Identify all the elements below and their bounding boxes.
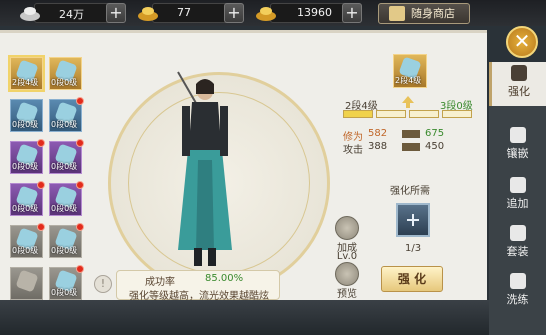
equip-slot-6[interactable]: [10, 267, 43, 300]
arrow-icon: [402, 143, 420, 151]
slot-level: 0段0级: [12, 246, 39, 255]
equip-slot-9[interactable]: 0段0级: [49, 139, 84, 174]
preview-label: 预览: [337, 289, 357, 300]
material-count: 1/3: [405, 243, 422, 254]
add-bound-gold-button[interactable]: +: [342, 3, 362, 23]
equip-slot-2[interactable]: 0段0级: [10, 99, 43, 132]
success-rate-tip: 成功率 85.00% 强化等级越高，流光效果越酷炫: [116, 270, 280, 302]
close-icon: ✕: [513, 29, 531, 53]
selected-item-slot[interactable]: 2段4级: [393, 54, 427, 88]
add-silver-button[interactable]: +: [106, 3, 126, 23]
stat-name: 攻击: [343, 145, 363, 156]
notification-dot: [76, 97, 84, 105]
gold-ingot-icon: [256, 7, 276, 21]
slot-level: 0段0级: [12, 204, 39, 213]
stat-next: 675: [425, 128, 445, 139]
slot-level: 0段0级: [51, 288, 78, 297]
notification-dot: [76, 265, 84, 273]
empty-slot-icon: [15, 269, 39, 293]
tab-label: 追加: [506, 197, 529, 210]
tab-label: 套装: [506, 245, 529, 258]
progress-segment: [376, 110, 406, 118]
arrow-icon: [402, 130, 420, 138]
equip-slot-3[interactable]: 0段0级: [10, 139, 45, 174]
notification-dot: [76, 139, 84, 147]
silver-ingot-icon: [20, 7, 40, 21]
notification-dot: [37, 223, 45, 231]
equip-slot-5[interactable]: 0段0级: [10, 223, 45, 258]
equip-slot-11[interactable]: 0段0级: [49, 223, 84, 258]
slot-level: 2段4级: [395, 76, 422, 85]
slot-level: 0段0级: [51, 120, 78, 129]
panel-footer: [0, 300, 546, 335]
tab-label: 强化: [508, 85, 530, 98]
bonus-level: Lv.0: [336, 251, 358, 262]
notification-dot: [76, 223, 84, 231]
silver-currency: 24万 +: [20, 3, 126, 23]
slot-level: 0段0级: [51, 246, 78, 255]
silver-amount: 24万: [59, 8, 84, 21]
slot-level: 0段0级: [51, 78, 78, 87]
requirement-label: 强化所需: [390, 186, 430, 197]
equip-slot-weapon[interactable]: 2段4级: [8, 55, 45, 92]
progress-segment: [343, 110, 373, 118]
equip-slot-8[interactable]: 0段0级: [49, 97, 84, 132]
portable-shop-button[interactable]: 随身商店: [378, 3, 470, 24]
slot-level: 0段0级: [12, 162, 39, 171]
help-icon[interactable]: !: [94, 275, 112, 293]
tab-set[interactable]: 套装: [489, 222, 546, 266]
equip-slot-4[interactable]: 0段0级: [10, 181, 45, 216]
notification-dot: [37, 139, 45, 147]
material-slot[interactable]: [396, 203, 430, 237]
strengthen-button[interactable]: 强 化: [381, 266, 443, 292]
bonus-button[interactable]: [335, 216, 359, 240]
set-icon: [509, 225, 526, 241]
gold-amount: 77: [177, 6, 191, 19]
upgrade-arrow-icon: [402, 96, 414, 108]
refine-icon: [509, 273, 526, 289]
tip-text: 强化等级越高，流光效果越酷炫: [129, 291, 269, 302]
gold-ingot-icon: [138, 7, 158, 21]
equip-slot-7[interactable]: 0段0级: [49, 57, 82, 90]
tab-append[interactable]: 追加: [489, 174, 546, 218]
preview-button[interactable]: [335, 262, 359, 286]
equip-slot-12[interactable]: 0段0级: [49, 265, 84, 300]
add-material-icon: [407, 214, 419, 226]
tab-refine[interactable]: 洗练: [489, 270, 546, 314]
gem-icon: [509, 127, 526, 143]
tab-inlay[interactable]: 镶嵌: [489, 124, 546, 168]
bound-gold-amount: 13960: [297, 6, 332, 19]
progress-segment: [442, 110, 472, 118]
notification-dot: [76, 181, 84, 189]
notification-dot: [37, 181, 45, 189]
slot-level: 0段0级: [51, 162, 78, 171]
append-icon: [509, 177, 526, 193]
close-button[interactable]: ✕: [506, 26, 538, 58]
shop-bag-icon: [389, 6, 405, 21]
hammer-icon: [511, 65, 527, 81]
add-gold-button[interactable]: +: [224, 3, 244, 23]
character-model[interactable]: [170, 70, 240, 270]
stat-next: 450: [425, 141, 445, 152]
slot-level: 0段0级: [12, 120, 39, 129]
slot-level: 0段0级: [51, 204, 78, 213]
stat-current: 388: [368, 141, 388, 152]
shop-label: 随身商店: [411, 7, 455, 20]
bound-gold-currency: 13960 +: [256, 3, 362, 23]
stat-current: 582: [368, 128, 388, 139]
tab-strengthen[interactable]: 强化: [489, 62, 546, 106]
slot-level: 2段4级: [12, 78, 39, 87]
tab-label: 洗练: [506, 293, 529, 306]
currency-bar: 24万 + 77 + 13960 + 随身商店: [0, 0, 546, 26]
tab-label: 镶嵌: [506, 147, 529, 160]
success-rate-value: 85.00%: [205, 273, 244, 284]
success-rate-label: 成功率: [145, 277, 175, 288]
progress-segment: [409, 110, 439, 118]
function-tabs: 强化 镶嵌 追加 套装 洗练: [489, 62, 546, 335]
gold-currency: 77 +: [138, 3, 244, 23]
equip-slot-10[interactable]: 0段0级: [49, 181, 84, 216]
